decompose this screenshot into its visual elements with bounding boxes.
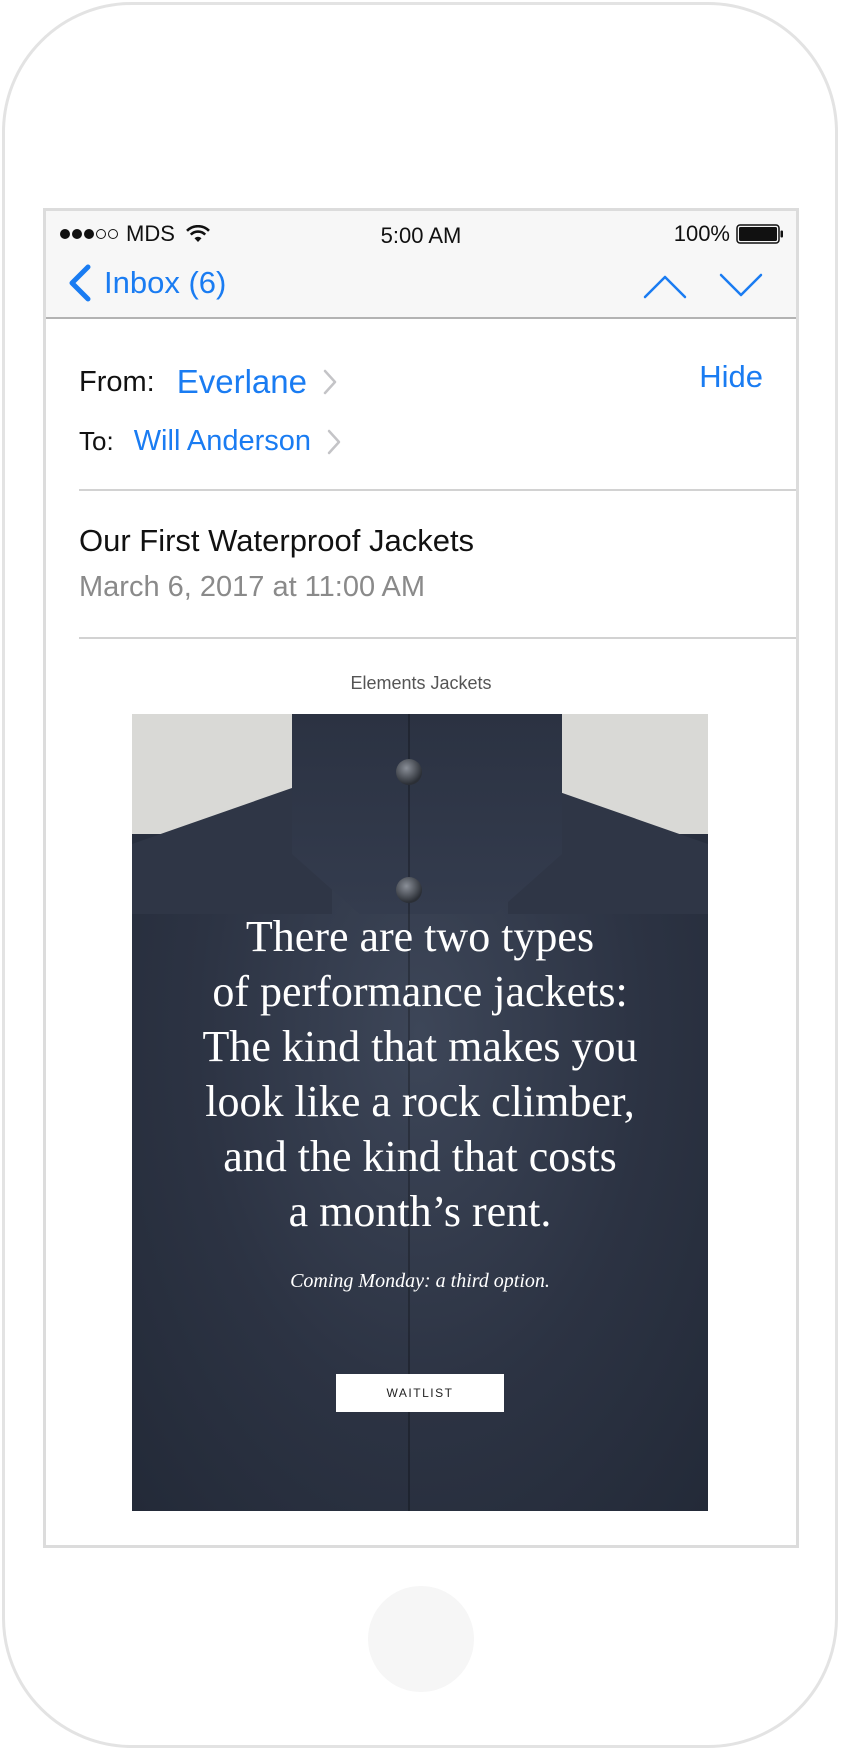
hide-button[interactable]: Hide bbox=[699, 359, 763, 395]
chevron-right-icon bbox=[323, 369, 337, 395]
message-date: March 6, 2017 at 11:00 AM bbox=[79, 571, 426, 603]
waitlist-button[interactable]: WAITLIST bbox=[336, 1374, 504, 1412]
from-row: From: Everlane bbox=[79, 363, 337, 401]
snap-button-icon bbox=[396, 759, 422, 785]
snap-button-icon bbox=[396, 877, 422, 903]
email-preheader: Elements Jackets bbox=[350, 673, 492, 693]
to-row: To: Will Anderson bbox=[79, 425, 341, 458]
status-right: 100% bbox=[674, 221, 784, 247]
sender-name[interactable]: Everlane bbox=[177, 363, 307, 401]
hero-tagline: Coming Monday: a third option. bbox=[290, 1270, 550, 1292]
status-bar: MDS 5:00 AM 100% bbox=[46, 211, 796, 255]
chevron-left-icon bbox=[69, 264, 91, 302]
battery-percent: 100% bbox=[673, 221, 730, 246]
header-divider bbox=[79, 489, 796, 491]
chevron-up-icon[interactable] bbox=[642, 269, 688, 303]
home-button[interactable] bbox=[368, 1586, 474, 1692]
jacket-collar bbox=[292, 714, 562, 914]
message-subject: Our First Waterproof Jackets bbox=[79, 523, 475, 558]
mail-screen: MDS 5:00 AM 100% Inbox (6) From: Everlan… bbox=[43, 208, 799, 1548]
subject-divider bbox=[79, 637, 796, 639]
to-label: To: bbox=[79, 426, 114, 456]
battery-icon bbox=[736, 224, 783, 244]
chevron-right-icon bbox=[327, 429, 341, 454]
back-to-inbox-button[interactable]: Inbox (6) bbox=[66, 263, 226, 303]
from-label: From: bbox=[79, 365, 155, 398]
chevron-down-icon[interactable] bbox=[718, 269, 764, 303]
back-label: Inbox (6) bbox=[104, 265, 227, 300]
hero-quote: There are two types of performance jacke… bbox=[202, 912, 638, 1236]
recipient-name[interactable]: Will Anderson bbox=[134, 425, 311, 458]
nav-bar: Inbox (6) bbox=[46, 255, 796, 319]
hero-image: There are two types of performance jacke… bbox=[132, 714, 708, 1511]
